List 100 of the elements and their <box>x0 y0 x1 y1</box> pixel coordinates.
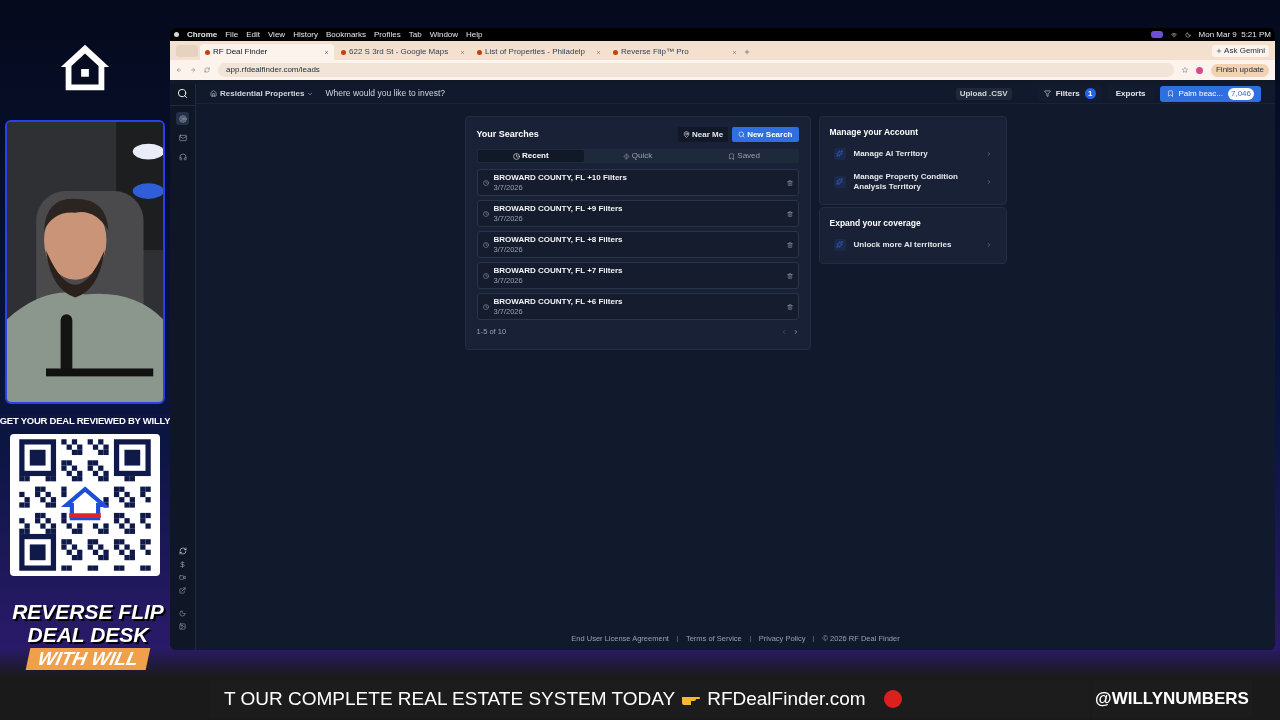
record-icon <box>883 690 902 708</box>
search-title: BROWARD COUNTY, FL +10 Filters <box>493 173 628 183</box>
dollar-icon <box>179 561 186 568</box>
video-icon <box>179 574 186 581</box>
site-icon <box>205 49 210 55</box>
trash-icon[interactable] <box>786 210 793 217</box>
close-icon <box>596 49 601 55</box>
status-icon[interactable] <box>1150 31 1163 38</box>
card-title: Your Searches <box>476 127 540 141</box>
clock-text: Mon Mar 9 5:21 PM <box>1198 28 1271 41</box>
wifi-icon <box>1170 31 1177 38</box>
social-handle: @WILLYNUMBERS <box>1095 688 1249 711</box>
sparkle-icon <box>833 147 846 160</box>
menu-item[interactable]: Window <box>429 28 459 41</box>
moon-icon <box>1184 31 1191 38</box>
account-menu-item[interactable]: Unlock more AI territories <box>829 235 996 254</box>
new-tab-icon <box>744 49 750 55</box>
trash-icon[interactable] <box>786 179 793 186</box>
menu-item[interactable]: Tab <box>408 28 422 41</box>
mail-icon <box>178 133 187 142</box>
menu-item[interactable]: Profiles <box>374 28 401 41</box>
menu-item[interactable]: File <box>225 28 239 41</box>
brand-line: REVERSE FLIP <box>12 600 164 623</box>
site-icon <box>341 49 346 55</box>
trash-icon[interactable] <box>786 303 793 310</box>
search-icon <box>738 131 746 138</box>
chevron-down-icon <box>307 90 314 97</box>
image-icon <box>179 623 186 630</box>
filter-icon <box>1043 90 1051 97</box>
map-pin-icon <box>683 131 690 138</box>
search-title: BROWARD COUNTY, FL +6 Filters <box>493 297 624 307</box>
site-icon <box>477 49 482 55</box>
apple-icon <box>174 32 179 37</box>
clock-icon <box>482 272 489 279</box>
clock-icon <box>482 241 489 248</box>
card-title: Expand your coverage <box>829 216 922 230</box>
menu-item[interactable]: History <box>293 28 318 41</box>
filter-count: 1 <box>1084 88 1096 99</box>
card-title: Manage your Account <box>829 126 919 139</box>
moon-icon <box>179 610 186 617</box>
home-icon <box>210 90 217 97</box>
lightning-icon <box>622 152 630 160</box>
sync-icon <box>178 547 187 555</box>
forward-icon <box>190 67 196 73</box>
clock-icon <box>482 303 489 310</box>
bookmark-icon <box>1166 90 1174 97</box>
app-logo-icon <box>177 88 188 99</box>
account-menu-item[interactable]: Manage AI Territory <box>829 144 996 163</box>
search-title: BROWARD COUNTY, FL +8 Filters <box>493 235 624 245</box>
close-icon <box>732 49 737 55</box>
chevron-right-icon <box>985 178 992 185</box>
close-icon <box>324 49 329 55</box>
bookmark-star-icon <box>1181 67 1188 73</box>
chevron-right-icon <box>985 241 992 248</box>
chevron-right-icon <box>985 150 992 157</box>
search-title: BROWARD COUNTY, FL +9 Filters <box>493 204 624 214</box>
clock-icon <box>482 179 489 186</box>
site-icon <box>613 49 618 55</box>
property-type-dropdown[interactable]: Residential Properties <box>210 87 314 100</box>
nav-button[interactable] <box>176 112 189 125</box>
headset-icon <box>178 152 187 161</box>
ticker-text: T OUR COMPLETE REAL ESTATE SYSTEM TODAY <box>224 686 676 711</box>
search-title: BROWARD COUNTY, FL +7 Filters <box>493 266 624 276</box>
search-tab[interactable]: Recent <box>477 150 585 162</box>
clock-icon <box>513 152 520 160</box>
qr-heading: GET YOUR DEAL REVIEWED BY WILLY <box>0 414 173 429</box>
next-page-icon[interactable] <box>792 328 799 335</box>
trash-icon[interactable] <box>786 272 793 279</box>
reload-icon <box>204 67 210 73</box>
external-link-icon <box>179 587 186 594</box>
sparkle-icon <box>833 238 846 251</box>
back-icon <box>176 67 182 73</box>
territory-count: 7,046 <box>1227 87 1254 100</box>
profile-icon[interactable] <box>1195 66 1203 74</box>
ask-gemini-button[interactable]: Ask Gemini <box>1212 45 1269 57</box>
search-tab[interactable]: Quick <box>584 150 691 162</box>
account-menu-item[interactable]: Manage Property Condition Analysis Territory <box>829 168 996 195</box>
nav-button[interactable] <box>176 150 189 163</box>
browser-tab[interactable]: List of Properties - Philadelp <box>472 44 606 60</box>
finish-update-button[interactable]: Finish update <box>1210 63 1269 77</box>
menu-item[interactable]: Help <box>466 28 483 41</box>
menu-item[interactable]: View <box>267 28 286 41</box>
clock-icon <box>482 210 489 217</box>
address-field[interactable]: app.rfdealfinder.com/leads <box>218 63 1174 77</box>
browser-tab[interactable]: RF Deal Finder <box>200 44 334 60</box>
menu-item[interactable]: Bookmarks <box>326 28 367 41</box>
browser-tab[interactable]: 622 S 3rd St - Google Maps <box>336 44 470 60</box>
menu-item[interactable]: Edit <box>246 28 260 41</box>
trash-icon[interactable] <box>786 241 793 248</box>
menu-item[interactable]: Chrome <box>187 28 218 41</box>
upload-csv-button[interactable]: Upload .CSV <box>955 87 1012 100</box>
location-search-field[interactable]: Where would you like to invest? <box>325 87 626 100</box>
browser-tab[interactable]: Reverse Flip™ Pro <box>608 44 742 60</box>
new-search-button[interactable]: New Search <box>732 127 799 142</box>
near-me-button[interactable]: Near Me <box>678 127 729 142</box>
territory-button[interactable]: Palm beac... 7,046 <box>1159 85 1261 102</box>
plus-icon <box>1216 48 1223 54</box>
search-tab[interactable]: Saved <box>690 150 798 162</box>
brand-line: DEAL DESK <box>27 623 149 646</box>
target-icon <box>178 114 187 123</box>
